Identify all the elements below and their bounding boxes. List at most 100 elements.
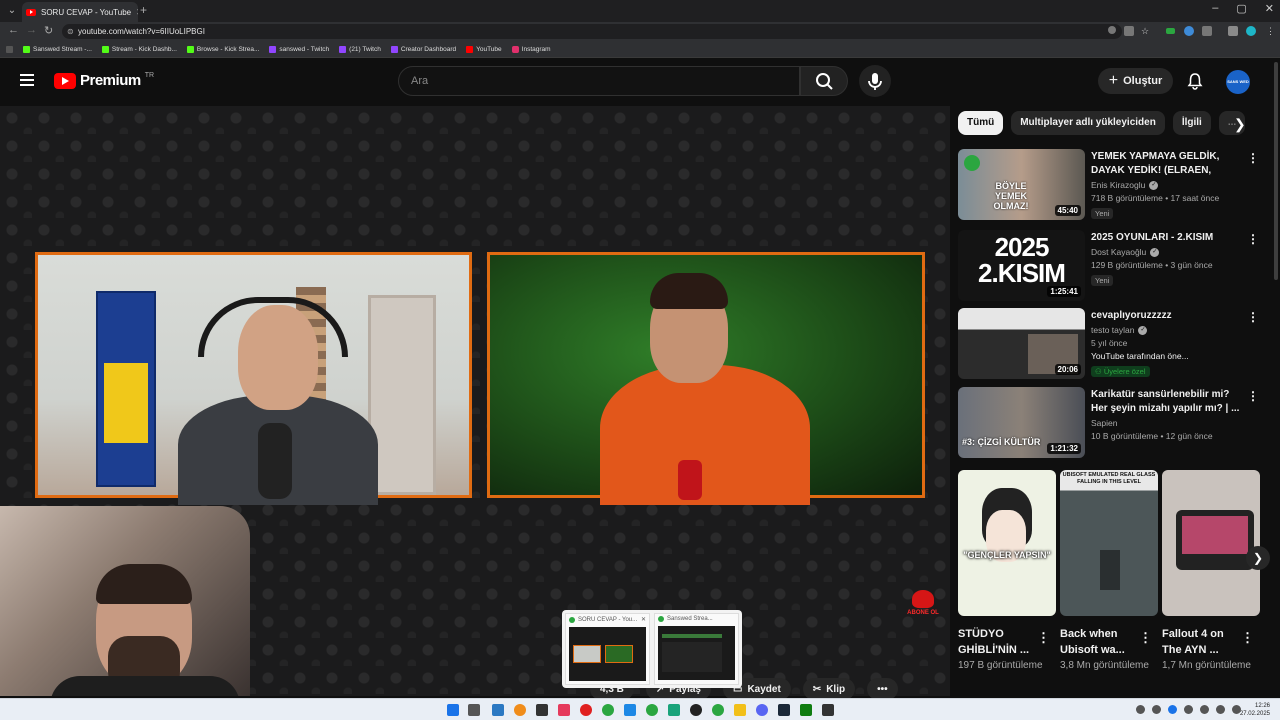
- extensions-puzzle-icon[interactable]: [1202, 26, 1212, 36]
- bookmark-item[interactable]: Instagram: [511, 45, 551, 53]
- back-icon[interactable]: ←: [8, 24, 19, 36]
- close-window-icon[interactable]: ✕: [1265, 2, 1274, 15]
- avatar[interactable]: SANS WED: [1226, 70, 1250, 94]
- discord-icon[interactable]: [756, 704, 768, 716]
- tab-close-icon[interactable]: ✕: [136, 7, 138, 18]
- app-icon[interactable]: [822, 704, 834, 716]
- recommended-video[interactable]: BÖYLE YEMEK OLMAZ! 45:40 YEMEK YAPMAYA G…: [958, 149, 1263, 222]
- downloads-icon[interactable]: [1228, 26, 1238, 36]
- more-actions-button[interactable]: •••: [867, 678, 898, 700]
- menu-icon[interactable]: [20, 74, 34, 86]
- shorts-item[interactable]: Fallout 4 on The AYN ... 1,7 Mn görüntül…: [1162, 470, 1260, 673]
- chrome-icon[interactable]: [646, 704, 658, 716]
- tab-search-icon[interactable]: ⌄: [4, 3, 20, 19]
- clip-button[interactable]: ✂ Klip: [802, 678, 856, 700]
- recommended-video[interactable]: 20:06 cevaplıyoruzzzzz testo taylan ✓ 5 y…: [958, 308, 1263, 381]
- channel-name[interactable]: Enis Kirazoglu: [1091, 180, 1145, 190]
- short-thumbnail[interactable]: "GENÇLER YAPSIN": [958, 470, 1056, 616]
- app-icon[interactable]: [492, 704, 504, 716]
- extension-flag-icon[interactable]: [1166, 28, 1175, 34]
- bookmark-item[interactable]: sanswed - Twitch: [269, 45, 329, 53]
- shorts-item[interactable]: "GENÇLER YAPSIN" STÜDYO GHİBLİ'NİN ... 1…: [958, 470, 1056, 673]
- short-thumbnail[interactable]: [1162, 470, 1260, 616]
- speaker-icon[interactable]: [1216, 705, 1225, 714]
- video-player[interactable]: ABONE OL: [0, 106, 950, 696]
- chevron-right-icon[interactable]: ❯: [1234, 116, 1250, 132]
- video-thumbnail[interactable]: 2025 2.KISIM 1:25:41: [958, 230, 1085, 301]
- bookmark-item[interactable]: Sanswed Stream -...: [23, 45, 92, 53]
- more-options-icon[interactable]: ⋮: [1241, 630, 1254, 646]
- tray-chevron-icon[interactable]: [1136, 705, 1145, 714]
- zoom-icon[interactable]: [1108, 26, 1116, 34]
- search-input[interactable]: Ara: [398, 66, 800, 96]
- tray-icon[interactable]: [1168, 705, 1177, 714]
- new-tab-button[interactable]: +: [140, 3, 147, 17]
- app-icon[interactable]: [514, 704, 526, 716]
- tray-icon[interactable]: [1184, 705, 1193, 714]
- short-thumbnail[interactable]: UBISOFT EMULATED REAL GLASS FALLING IN T…: [1060, 470, 1158, 616]
- recommended-video[interactable]: 2025 2.KISIM 1:25:41 2025 OYUNLARI - 2.K…: [958, 230, 1263, 303]
- extension-audio-icon[interactable]: [1184, 26, 1194, 36]
- bookmark-item[interactable]: Stream - Kick Dashb...: [101, 45, 177, 53]
- forward-icon[interactable]: →: [26, 24, 37, 36]
- bookmark-item[interactable]: Browse - Kick Strea...: [186, 45, 259, 53]
- steam-icon[interactable]: [778, 704, 790, 716]
- start-icon[interactable]: [447, 704, 459, 716]
- search-button[interactable]: [800, 66, 848, 96]
- scrollbar[interactable]: [1274, 62, 1278, 280]
- video-thumbnail[interactable]: BÖYLE YEMEK OLMAZ! 45:40: [958, 149, 1085, 220]
- tray-icon[interactable]: [1200, 705, 1209, 714]
- more-options-icon[interactable]: ⋮: [1247, 151, 1259, 165]
- notifications-bell-icon[interactable]: [1186, 72, 1204, 90]
- app-icon[interactable]: [624, 704, 636, 716]
- video-title[interactable]: YEMEK YAPMAYA GELDİK, DAYAK YEDİK! (ELRA…: [1091, 150, 1247, 178]
- video-title[interactable]: 2025 OYUNLARI - 2.KISIM: [1091, 231, 1247, 245]
- tray-icon[interactable]: [1152, 705, 1161, 714]
- short-title[interactable]: STÜDYO GHİBLİ'NİN ...: [958, 626, 1038, 658]
- shorts-item[interactable]: UBISOFT EMULATED REAL GLASS FALLING IN T…: [1060, 470, 1158, 673]
- channel-name[interactable]: Dost Kayaoğlu: [1091, 247, 1146, 257]
- shorts-next-button[interactable]: ❯: [1246, 546, 1270, 570]
- chip-related[interactable]: İlgili: [1172, 111, 1211, 135]
- task-view-icon[interactable]: [468, 704, 480, 716]
- obs-icon[interactable]: [690, 704, 702, 716]
- more-options-icon[interactable]: ⋮: [1247, 389, 1259, 403]
- cast-icon[interactable]: [1124, 26, 1134, 36]
- channel-name[interactable]: Sapien: [1091, 418, 1117, 428]
- recommended-video[interactable]: #3: ÇİZGİ KÜLTÜR 1:21:32 Karikatür sansü…: [958, 387, 1263, 460]
- app-icon[interactable]: [580, 704, 592, 716]
- chrome-icon[interactable]: [602, 704, 614, 716]
- voice-search-button[interactable]: [859, 65, 891, 97]
- more-options-icon[interactable]: ⋮: [1037, 630, 1050, 646]
- short-title[interactable]: Fallout 4 on The AYN ...: [1162, 626, 1242, 658]
- reload-icon[interactable]: ↻: [44, 24, 53, 37]
- video-thumbnail[interactable]: 20:06: [958, 308, 1085, 379]
- maximize-icon[interactable]: ▢: [1236, 2, 1246, 15]
- channel-name[interactable]: testo taylan: [1091, 325, 1134, 335]
- url-field[interactable]: ⊜ youtube.com/watch?v=6IIUoLIPBGI: [62, 24, 1122, 39]
- browser-tab[interactable]: SORU CEVAP - YouTube ✕: [22, 2, 138, 22]
- create-button[interactable]: + Oluştur: [1098, 68, 1173, 94]
- preview-window[interactable]: Sanswed Strea...: [654, 613, 739, 685]
- site-info-icon[interactable]: ⊜: [67, 24, 74, 39]
- bookmark-item[interactable]: (21) Twitch: [339, 45, 381, 53]
- chrome-icon[interactable]: [712, 704, 724, 716]
- browser-menu-icon[interactable]: ⋮: [1266, 26, 1276, 36]
- youtube-premium-logo[interactable]: Premium TR: [54, 72, 154, 89]
- folder-icon[interactable]: [734, 704, 746, 716]
- bookmark-item[interactable]: YouTube: [466, 45, 502, 53]
- more-options-icon[interactable]: ⋮: [1139, 630, 1152, 646]
- app-icon[interactable]: [668, 704, 680, 716]
- more-options-icon[interactable]: ⋮: [1247, 310, 1259, 324]
- short-title[interactable]: Back when Ubisoft wa...: [1060, 626, 1140, 658]
- more-options-icon[interactable]: ⋮: [1247, 232, 1259, 246]
- preview-close-icon[interactable]: ✕: [641, 616, 646, 623]
- chip-uploader[interactable]: Multiplayer adlı yükleyiciden: [1011, 111, 1165, 135]
- preview-window[interactable]: SORU CEVAP - You... ✕: [565, 613, 650, 685]
- app-icon[interactable]: [536, 704, 548, 716]
- minimize-icon[interactable]: –: [1212, 2, 1218, 15]
- system-clock[interactable]: 12:26 27.02.2025: [1240, 702, 1270, 718]
- video-title[interactable]: Karikatür sansürlenebilir mi? Her şeyin …: [1091, 388, 1247, 416]
- video-thumbnail[interactable]: #3: ÇİZGİ KÜLTÜR 1:21:32: [958, 387, 1085, 458]
- chip-all[interactable]: Tümü: [958, 111, 1004, 135]
